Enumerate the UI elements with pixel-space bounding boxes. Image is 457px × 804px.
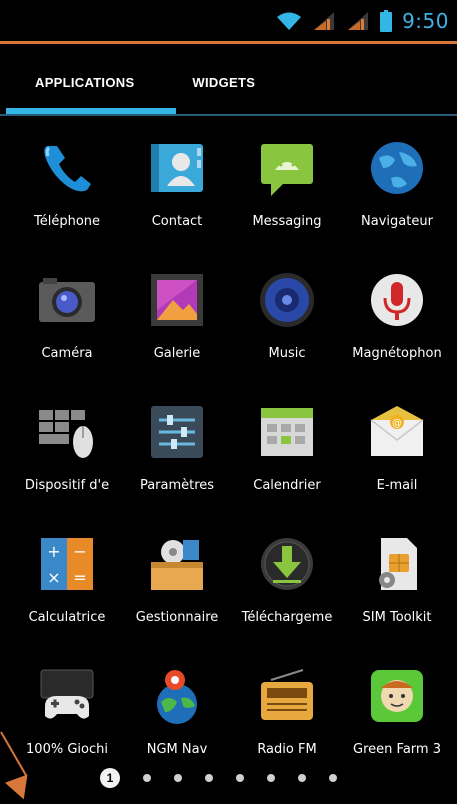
settings-sliders-icon [145, 400, 209, 464]
app-parametres[interactable]: Paramètres [122, 394, 232, 526]
tab-applications[interactable]: APPLICATIONS [35, 49, 134, 115]
page-dot-current[interactable]: 1 [100, 768, 120, 788]
app-calculatrice[interactable]: + − × = Calculatrice [12, 526, 122, 658]
tab-bar: APPLICATIONS WIDGETS [0, 50, 457, 116]
wifi-icon [276, 11, 302, 31]
app-email[interactable]: @ E-mail [342, 394, 452, 526]
music-speaker-icon [255, 268, 319, 332]
page-dot[interactable] [298, 774, 306, 782]
camera-icon [35, 268, 99, 332]
tab-indicator [6, 108, 176, 114]
page-dot[interactable] [267, 774, 275, 782]
nav-earth-icon [145, 664, 209, 728]
svg-text:=: = [73, 568, 86, 587]
gallery-icon [145, 268, 209, 332]
phone-icon [35, 136, 99, 200]
app-green-farm-3[interactable]: Green Farm 3 [342, 658, 452, 790]
input-device-icon [35, 400, 99, 464]
page-dot[interactable] [174, 774, 182, 782]
status-bar: 9:50 [0, 0, 457, 44]
app-sim-toolkit[interactable]: SIM Toolkit [342, 526, 452, 658]
app-music[interactable]: Music [232, 262, 342, 394]
email-envelope-icon: @ [365, 400, 429, 464]
svg-text:×: × [47, 568, 60, 587]
gamepad-icon [35, 664, 99, 728]
app-gestionnaire[interactable]: Gestionnaire [122, 526, 232, 658]
app-camera[interactable]: Caméra [12, 262, 122, 394]
app-navigateur[interactable]: Navigateur [342, 130, 452, 262]
file-manager-icon [145, 532, 209, 596]
app-messaging[interactable]: Messaging [232, 130, 342, 262]
page-dot[interactable] [329, 774, 337, 782]
page-dot[interactable] [143, 774, 151, 782]
battery-icon [380, 9, 393, 32]
app-magnetophon[interactable]: Magnétophon [342, 262, 452, 394]
contacts-icon [145, 136, 209, 200]
page-indicator: 1 [100, 766, 337, 790]
calendar-icon [255, 400, 319, 464]
sim-card-icon [365, 532, 429, 596]
page-dot[interactable] [236, 774, 244, 782]
app-galerie[interactable]: Galerie [122, 262, 232, 394]
app-dispositif[interactable]: Dispositif d'e [12, 394, 122, 526]
page-dot[interactable] [205, 774, 213, 782]
signal-icon [346, 11, 370, 31]
svg-text:−: − [73, 542, 86, 561]
download-icon [255, 532, 319, 596]
app-grid: Téléphone Contact Messaging Navigateur C… [12, 130, 452, 765]
app-telephone[interactable]: Téléphone [12, 130, 122, 262]
radio-icon [255, 664, 319, 728]
browser-globe-icon [365, 136, 429, 200]
tab-widgets[interactable]: WIDGETS [192, 49, 255, 115]
svg-text:+: + [47, 542, 60, 561]
messaging-icon [255, 136, 319, 200]
clock: 9:50 [402, 8, 449, 33]
signal-icon [312, 11, 336, 31]
app-telechargement[interactable]: Téléchargeme [232, 526, 342, 658]
calculator-icon: + − × = [35, 532, 99, 596]
app-calendrier[interactable]: Calendrier [232, 394, 342, 526]
svg-text:@: @ [392, 418, 402, 429]
microphone-icon [365, 268, 429, 332]
app-contact[interactable]: Contact [122, 130, 232, 262]
green-farm-icon [365, 664, 429, 728]
